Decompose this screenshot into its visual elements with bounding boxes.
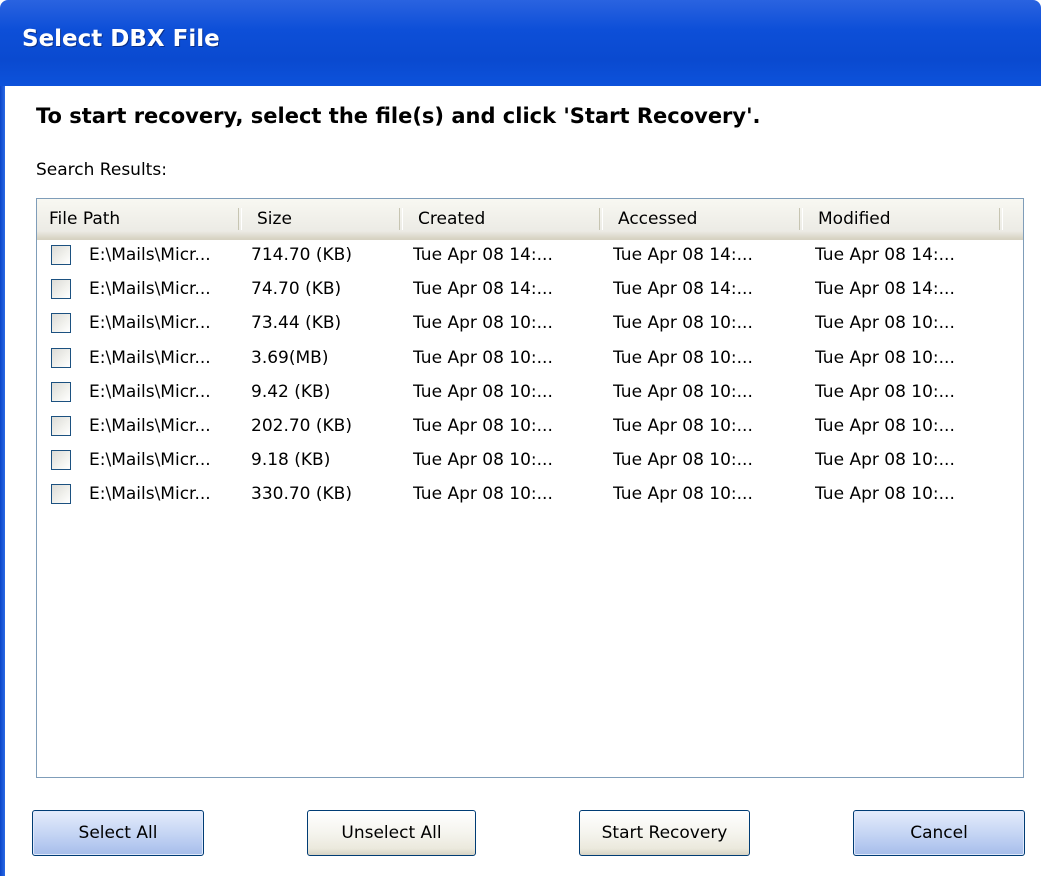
cell-accessed: Tue Apr 08 10:... xyxy=(613,313,753,334)
table-row[interactable]: E:\Mails\Micr... 9.42 (KB) Tue Apr 08 10… xyxy=(37,377,1023,411)
table-row[interactable]: E:\Mails\Micr... 330.70 (KB) Tue Apr 08 … xyxy=(37,479,1023,513)
table-row[interactable]: E:\Mails\Micr... 3.69(MB) Tue Apr 08 10:… xyxy=(37,343,1023,377)
cell-modified: Tue Apr 08 10:... xyxy=(815,415,955,436)
cell-modified: Tue Apr 08 10:... xyxy=(815,381,955,402)
cell-file-path: E:\Mails\Micr... xyxy=(89,450,211,471)
cell-created: Tue Apr 08 10:... xyxy=(413,484,553,505)
cancel-button[interactable]: Cancel xyxy=(853,810,1025,856)
column-header-size[interactable]: Size xyxy=(245,199,400,239)
row-checkbox[interactable] xyxy=(51,381,71,402)
cell-file-path: E:\Mails\Micr... xyxy=(89,347,211,368)
cell-created: Tue Apr 08 10:... xyxy=(413,381,553,402)
cell-accessed: Tue Apr 08 10:... xyxy=(613,347,753,368)
column-header-accessed[interactable]: Accessed xyxy=(606,199,800,239)
cell-accessed: Tue Apr 08 10:... xyxy=(613,450,753,471)
table-row[interactable]: E:\Mails\Micr... 74.70 (KB) Tue Apr 08 1… xyxy=(37,274,1023,308)
cell-file-path: E:\Mails\Micr... xyxy=(89,245,211,265)
list-header: File Path Size Created Accessed Modified xyxy=(37,199,1023,240)
row-checkbox[interactable] xyxy=(51,450,71,471)
cell-accessed: Tue Apr 08 10:... xyxy=(613,415,753,436)
window-left-border xyxy=(0,86,5,876)
window-title: Select DBX File xyxy=(22,26,220,52)
cell-modified: Tue Apr 08 10:... xyxy=(815,347,955,368)
column-separator[interactable] xyxy=(238,208,242,230)
cell-size: 202.70 (KB) xyxy=(251,415,352,436)
column-separator[interactable] xyxy=(799,208,803,230)
row-checkbox[interactable] xyxy=(51,313,71,334)
cell-size: 9.42 (KB) xyxy=(251,381,331,402)
title-bar[interactable]: Select DBX File xyxy=(0,0,1041,86)
cell-modified: Tue Apr 08 10:... xyxy=(815,450,955,471)
search-results-list[interactable]: File Path Size Created Accessed Modified… xyxy=(36,198,1024,778)
cell-accessed: Tue Apr 08 10:... xyxy=(613,381,753,402)
cell-created: Tue Apr 08 10:... xyxy=(413,415,553,436)
cell-size: 714.70 (KB) xyxy=(251,245,352,265)
row-checkbox[interactable] xyxy=(51,279,71,300)
row-checkbox[interactable] xyxy=(51,347,71,368)
table-row[interactable]: E:\Mails\Micr... 714.70 (KB) Tue Apr 08 … xyxy=(37,240,1023,274)
cell-modified: Tue Apr 08 14:... xyxy=(815,279,955,300)
cell-modified: Tue Apr 08 10:... xyxy=(815,313,955,334)
cell-size: 330.70 (KB) xyxy=(251,484,352,505)
cell-modified: Tue Apr 08 10:... xyxy=(815,484,955,505)
cell-size: 74.70 (KB) xyxy=(251,279,342,300)
search-results-label: Search Results: xyxy=(36,160,167,180)
select-all-button[interactable]: Select All xyxy=(32,810,204,856)
cell-created: Tue Apr 08 10:... xyxy=(413,450,553,471)
row-checkbox[interactable] xyxy=(51,245,71,265)
column-separator[interactable] xyxy=(399,208,403,230)
cell-accessed: Tue Apr 08 14:... xyxy=(613,279,753,300)
column-header-modified[interactable]: Modified xyxy=(806,199,1000,239)
cell-accessed: Tue Apr 08 10:... xyxy=(613,484,753,505)
cell-size: 3.69(MB) xyxy=(251,347,329,368)
cell-file-path: E:\Mails\Micr... xyxy=(89,415,211,436)
cell-file-path: E:\Mails\Micr... xyxy=(89,279,211,300)
row-checkbox[interactable] xyxy=(51,415,71,436)
table-row[interactable]: E:\Mails\Micr... 73.44 (KB) Tue Apr 08 1… xyxy=(37,308,1023,342)
row-checkbox[interactable] xyxy=(51,484,71,505)
cell-created: Tue Apr 08 14:... xyxy=(413,279,553,300)
table-row[interactable]: E:\Mails\Micr... 9.18 (KB) Tue Apr 08 10… xyxy=(37,445,1023,479)
cell-accessed: Tue Apr 08 14:... xyxy=(613,245,753,265)
unselect-all-button[interactable]: Unselect All xyxy=(307,810,476,856)
cell-created: Tue Apr 08 10:... xyxy=(413,313,553,334)
cell-created: Tue Apr 08 10:... xyxy=(413,347,553,368)
table-row[interactable]: E:\Mails\Micr... 202.70 (KB) Tue Apr 08 … xyxy=(37,411,1023,445)
cell-created: Tue Apr 08 14:... xyxy=(413,245,553,265)
cell-file-path: E:\Mails\Micr... xyxy=(89,381,211,402)
column-header-created[interactable]: Created xyxy=(406,199,600,239)
cell-modified: Tue Apr 08 14:... xyxy=(815,245,955,265)
cell-size: 9.18 (KB) xyxy=(251,450,331,471)
column-header-file-path[interactable]: File Path xyxy=(37,199,239,239)
column-separator[interactable] xyxy=(599,208,603,230)
instruction-text: To start recovery, select the file(s) an… xyxy=(36,104,761,128)
list-rows: E:\Mails\Micr... 714.70 (KB) Tue Apr 08 … xyxy=(37,240,1023,514)
select-dbx-dialog: Select DBX File To start recovery, selec… xyxy=(0,0,1041,876)
cell-file-path: E:\Mails\Micr... xyxy=(89,484,211,505)
start-recovery-button[interactable]: Start Recovery xyxy=(579,810,750,856)
cell-size: 73.44 (KB) xyxy=(251,313,342,334)
cell-file-path: E:\Mails\Micr... xyxy=(89,313,211,334)
column-separator[interactable] xyxy=(999,208,1003,230)
